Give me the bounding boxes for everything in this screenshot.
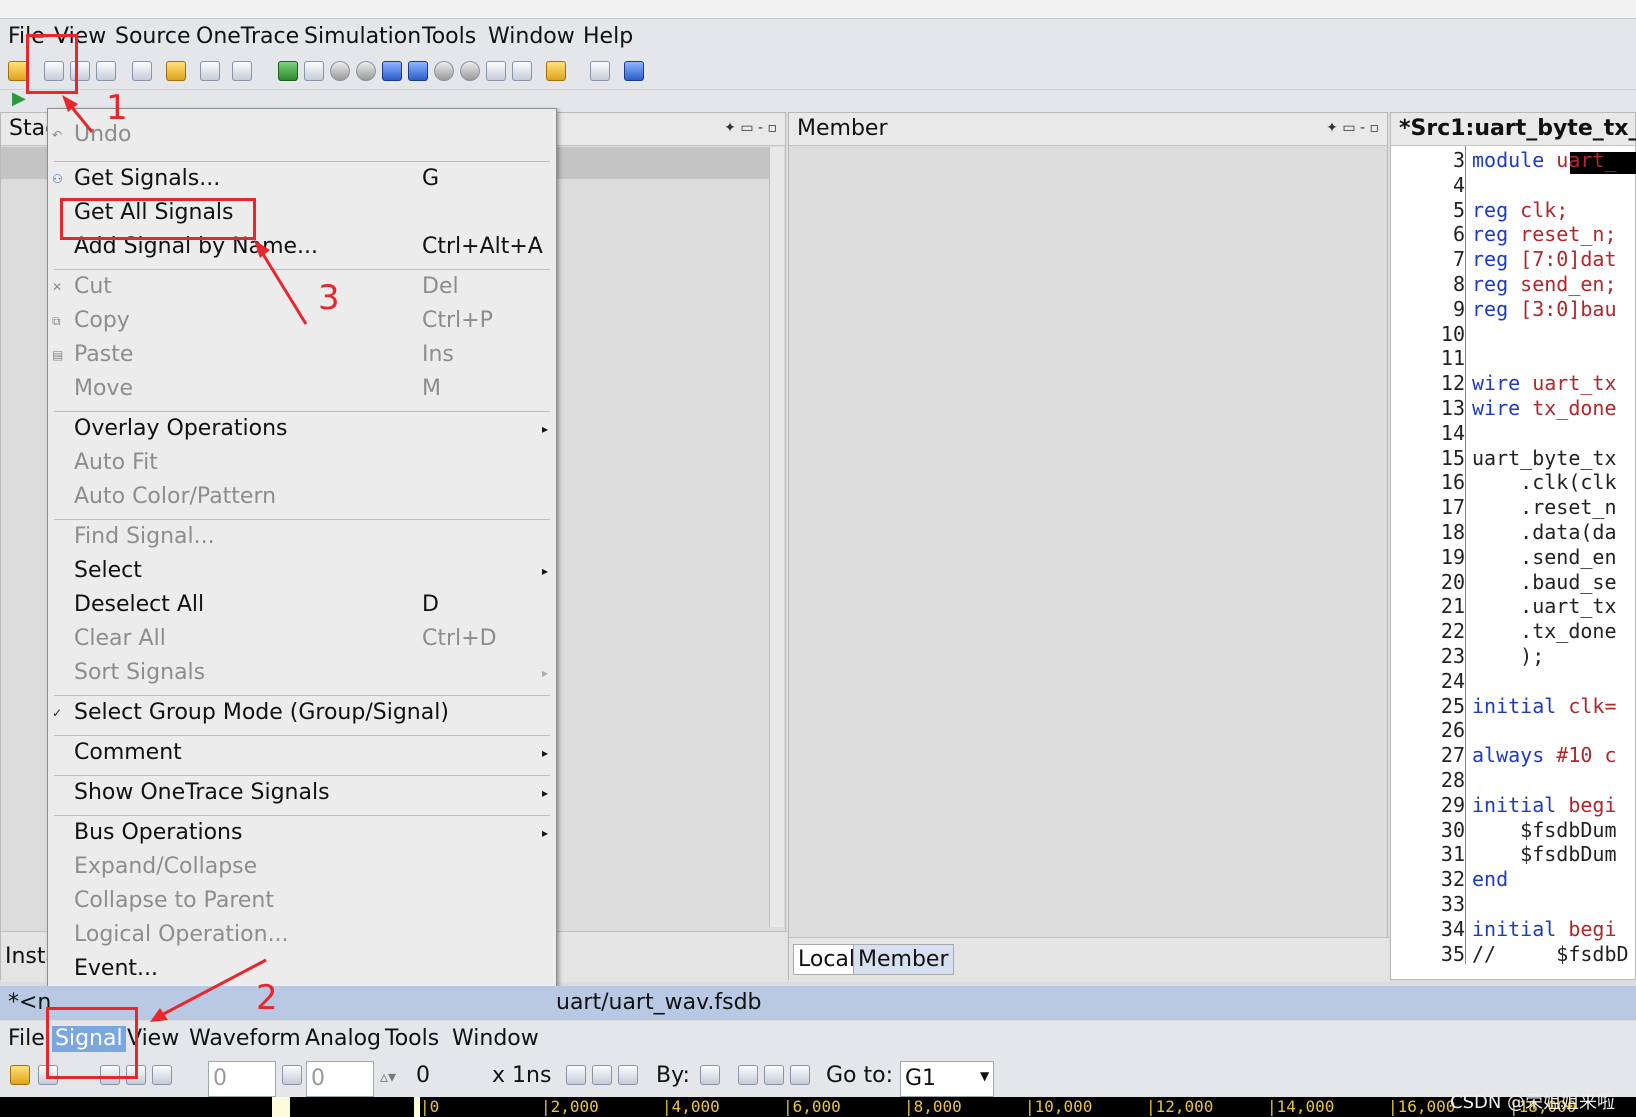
line-number: 14 <box>1440 420 1465 445</box>
code-line: .baud_se <box>1472 569 1617 594</box>
code-line: uart_byte_tx <box>1472 445 1617 470</box>
line-number: 22 <box>1440 619 1465 644</box>
code-line: reg [7:0]dat <box>1472 247 1617 272</box>
line-number: 3 <box>1452 148 1465 172</box>
annotation-arrow-3 <box>256 245 308 325</box>
code-line: reg reset_n; <box>1472 222 1617 247</box>
line-number: 7 <box>1452 247 1465 272</box>
code-line: .data(da <box>1472 520 1617 544</box>
line-number: 30 <box>1440 817 1465 842</box>
code-line: initial begi <box>1472 916 1617 941</box>
line-number: 26 <box>1440 718 1465 743</box>
code-line: $fsdbDum <box>1472 842 1617 867</box>
line-number: 17 <box>1440 495 1465 520</box>
code-line: wire uart_tx <box>1472 371 1617 396</box>
line-number: 32 <box>1440 867 1465 892</box>
code-line: reg send_en; <box>1472 272 1617 296</box>
annotation-arrow-2 <box>155 958 267 1020</box>
code-line: initial begi <box>1472 792 1617 817</box>
line-number: 10 <box>1440 321 1465 346</box>
line-number: 19 <box>1440 544 1465 569</box>
line-number: 4 <box>1452 172 1465 197</box>
line-number: 35 <box>1440 941 1465 966</box>
line-number: 16 <box>1440 470 1465 495</box>
code-line: .send_en <box>1472 544 1617 569</box>
line-number: 18 <box>1440 520 1465 544</box>
line-number: 33 <box>1440 892 1465 916</box>
code-line: $fsdbDum <box>1472 817 1617 842</box>
code-line: .tx_done <box>1472 619 1617 644</box>
arrowhead-icon <box>150 1008 168 1022</box>
line-number: 27 <box>1440 743 1465 768</box>
line-number: 6 <box>1452 222 1465 247</box>
arrowhead-icon <box>254 240 270 258</box>
line-number: 34 <box>1440 916 1465 941</box>
code-line: .reset_n <box>1472 495 1617 520</box>
code-line: // $fsdbD <box>1472 941 1629 966</box>
code-line: module uart_ <box>1472 148 1617 172</box>
watermark: CSDN @荣姐姐来啦 <box>1450 1092 1616 1113</box>
code-line: wire tx_done <box>1472 396 1617 420</box>
line-number: 23 <box>1440 644 1465 668</box>
code-line: .clk(clk <box>1472 470 1617 495</box>
code-line: initial clk= <box>1472 693 1617 718</box>
code-line: end <box>1472 867 1509 892</box>
code-line: reg clk; <box>1472 197 1569 222</box>
line-number: 21 <box>1440 594 1465 619</box>
line-number: 25 <box>1440 693 1465 718</box>
line-number: 13 <box>1440 396 1465 420</box>
line-number: 8 <box>1452 272 1465 296</box>
code-line: .uart_tx <box>1472 594 1617 619</box>
line-number: 9 <box>1452 296 1465 321</box>
line-number: 31 <box>1440 842 1465 867</box>
line-number: 28 <box>1440 768 1465 792</box>
annotation-arrows <box>62 95 308 1022</box>
code-line: always #10 c <box>1472 743 1617 768</box>
code-line: ); <box>1472 644 1545 668</box>
line-number: 5 <box>1452 197 1465 222</box>
line-number: 20 <box>1440 569 1465 594</box>
line-number: 24 <box>1440 668 1465 693</box>
line-number: 29 <box>1440 792 1465 817</box>
line-number: 11 <box>1440 346 1465 371</box>
line-number: 12 <box>1440 371 1465 396</box>
code-line: reg [3:0]bau <box>1472 296 1617 321</box>
line-number: 15 <box>1440 445 1465 470</box>
